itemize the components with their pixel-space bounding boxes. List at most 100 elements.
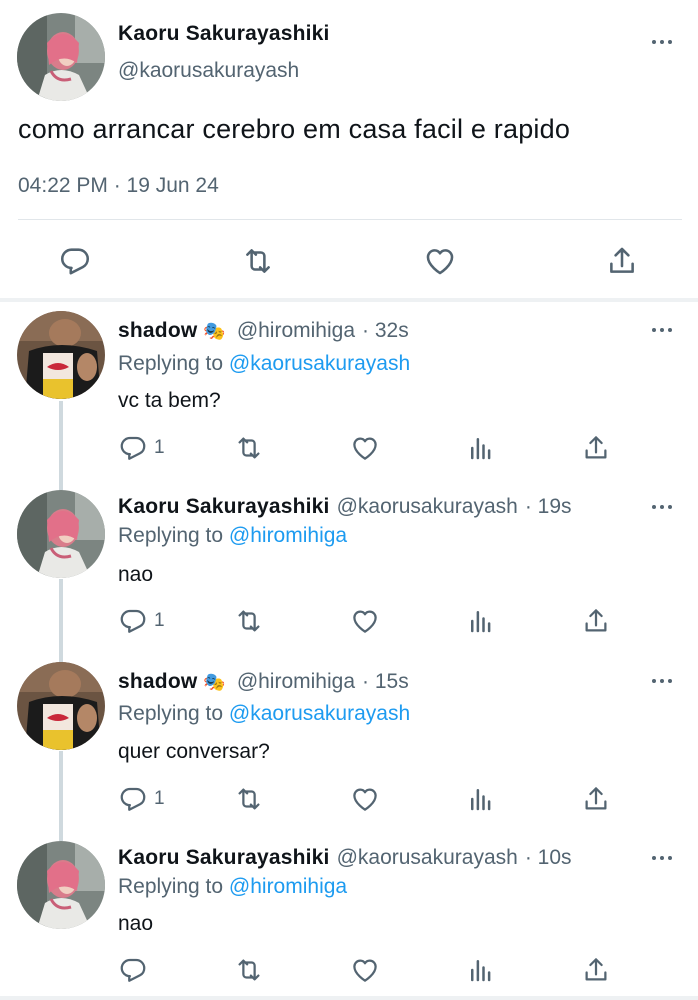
like-icon — [350, 784, 380, 814]
replying-label: Replying to — [118, 524, 229, 547]
stats-button[interactable] — [466, 433, 496, 463]
author-handle[interactable]: @kaorusakurayash — [337, 495, 518, 519]
retweet-button[interactable] — [234, 784, 264, 814]
reply-button[interactable]: 1 — [118, 784, 165, 814]
more-options-icon[interactable] — [650, 502, 674, 512]
share-icon — [581, 433, 611, 463]
avatar[interactable] — [17, 662, 105, 750]
reply-time: · 32s — [362, 319, 409, 342]
reply-count: 1 — [154, 788, 165, 809]
author-handle[interactable]: @hiromihiga — [237, 670, 355, 694]
reply-button[interactable] — [58, 244, 92, 278]
reply-tweet: shadow 🎭 @hiromihiga · 32s Replying to @… — [0, 311, 698, 481]
reply-count: 1 — [154, 610, 165, 631]
reply-icon — [118, 955, 148, 985]
avatar[interactable] — [17, 490, 105, 578]
reply-tweet: Kaoru Sakurayashiki @kaorusakurayash · 1… — [0, 490, 698, 655]
stats-icon — [466, 955, 496, 985]
retweet-icon — [241, 244, 275, 278]
replying-to: Replying to @kaorusakurayash — [118, 352, 410, 376]
author-name[interactable]: shadow — [118, 319, 197, 343]
reply-text: nao — [118, 912, 154, 935]
replying-label: Replying to — [118, 702, 229, 725]
share-button[interactable] — [581, 955, 611, 985]
avatar[interactable] — [17, 13, 105, 101]
tweet-text: como arrancar cerebro em casa facil e ra… — [18, 114, 571, 144]
retweet-icon — [234, 955, 264, 985]
author-handle[interactable]: @kaorusakurayash — [337, 846, 518, 870]
mention-link[interactable]: @hiromihiga — [229, 875, 347, 898]
replying-to: Replying to @hiromihiga — [118, 524, 347, 548]
retweet-icon — [234, 433, 264, 463]
avatar[interactable] — [17, 311, 105, 399]
author-name[interactable]: Kaoru Sakurayashiki — [118, 495, 330, 519]
tweet-timestamp[interactable]: 04:22 PM · 19 Jun 24 — [18, 174, 219, 198]
mention-link[interactable]: @kaorusakurayash — [229, 352, 410, 375]
like-icon — [350, 955, 380, 985]
author-name[interactable]: Kaoru Sakurayashiki — [118, 22, 330, 46]
name-badge: 🎭 — [203, 671, 226, 692]
author-name[interactable]: Kaoru Sakurayashiki — [118, 846, 330, 870]
reply-header: Kaoru Sakurayashiki @kaorusakurayash · 1… — [118, 495, 572, 519]
stats-button[interactable] — [466, 955, 496, 985]
share-icon — [581, 955, 611, 985]
name-badge: 🎭 — [203, 320, 226, 341]
divider — [18, 219, 682, 220]
mention-link[interactable]: @hiromihiga — [229, 524, 347, 547]
reply-text: vc ta bem? — [118, 389, 221, 412]
like-icon — [350, 433, 380, 463]
stats-icon — [466, 433, 496, 463]
stats-icon — [466, 606, 496, 636]
reply-time: · 10s — [524, 846, 572, 869]
reply-button[interactable]: 1 — [118, 606, 165, 636]
stats-icon — [466, 784, 496, 814]
stats-button[interactable] — [466, 784, 496, 814]
reply-tweet: shadow 🎭 @hiromihiga · 15s Replying to @… — [0, 662, 698, 832]
share-button[interactable] — [581, 433, 611, 463]
more-options-icon[interactable] — [650, 325, 674, 335]
author-handle[interactable]: @hiromihiga — [237, 319, 355, 343]
like-button[interactable] — [350, 606, 380, 636]
reply-button[interactable] — [118, 955, 148, 985]
like-button[interactable] — [350, 784, 380, 814]
reply-time: · 19s — [524, 495, 572, 518]
replying-to: Replying to @hiromihiga — [118, 875, 347, 899]
bottom-divider — [0, 996, 698, 1000]
like-icon — [350, 606, 380, 636]
share-icon — [605, 244, 639, 278]
like-button[interactable] — [350, 433, 380, 463]
reply-time: · 15s — [362, 670, 409, 693]
reply-header: Kaoru Sakurayashiki @kaorusakurayash · 1… — [118, 846, 572, 870]
reply-icon — [58, 244, 92, 278]
retweet-button[interactable] — [234, 955, 264, 985]
share-icon — [581, 606, 611, 636]
replying-label: Replying to — [118, 875, 229, 898]
mention-link[interactable]: @kaorusakurayash — [229, 702, 410, 725]
retweet-button[interactable] — [241, 244, 275, 278]
stats-button[interactable] — [466, 606, 496, 636]
replying-label: Replying to — [118, 352, 229, 375]
more-options-icon[interactable] — [650, 37, 674, 47]
avatar[interactable] — [17, 841, 105, 929]
reply-icon — [118, 433, 148, 463]
share-icon — [581, 784, 611, 814]
more-options-icon[interactable] — [650, 853, 674, 863]
like-button[interactable] — [350, 955, 380, 985]
retweet-button[interactable] — [234, 606, 264, 636]
author-name[interactable]: shadow — [118, 670, 197, 694]
share-button[interactable] — [581, 784, 611, 814]
reply-header: shadow 🎭 @hiromihiga · 15s — [118, 670, 409, 694]
reply-button[interactable]: 1 — [118, 433, 165, 463]
main-tweet: Kaoru Sakurayashiki @kaorusakurayash com… — [0, 0, 698, 300]
share-button[interactable] — [581, 606, 611, 636]
share-button[interactable] — [605, 244, 639, 278]
like-icon — [423, 244, 457, 278]
retweet-button[interactable] — [234, 433, 264, 463]
like-button[interactable] — [423, 244, 457, 278]
reply-icon — [118, 784, 148, 814]
reply-header: shadow 🎭 @hiromihiga · 32s — [118, 319, 409, 343]
reply-count: 1 — [154, 437, 165, 458]
more-options-icon[interactable] — [650, 676, 674, 686]
author-handle[interactable]: @kaorusakurayash — [118, 59, 299, 83]
section-divider — [0, 298, 698, 302]
